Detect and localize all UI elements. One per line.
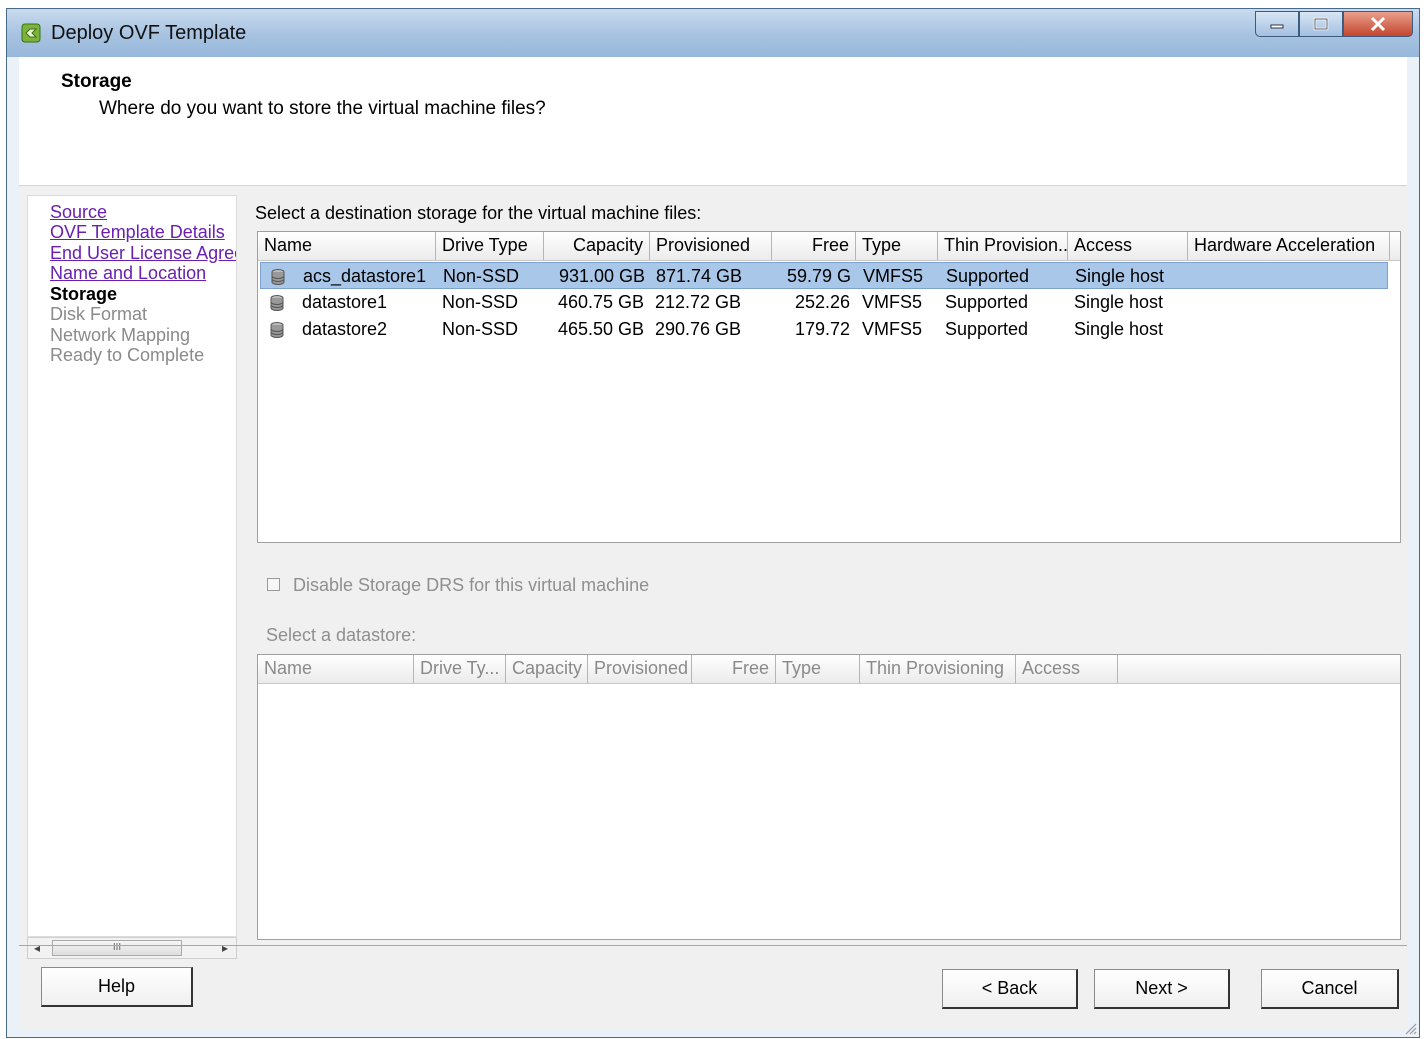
cell-thin-provisioning: Supported xyxy=(945,319,1029,339)
wizard-steps-nav: Source OVF Template Details End User Lic… xyxy=(27,195,237,937)
col-header-access[interactable]: Access xyxy=(1068,232,1188,260)
help-button[interactable]: Help xyxy=(41,967,193,1007)
cell-provisioned: 290.76 GB xyxy=(655,319,742,339)
ds-col-header-drive-type[interactable]: Drive Ty... xyxy=(414,655,506,683)
cell-thin-provisioning: Supported xyxy=(945,292,1029,312)
cell-type: VMFS5 xyxy=(862,319,923,339)
window-controls xyxy=(1255,11,1413,37)
cell-hardware-acceleration xyxy=(1189,263,1201,290)
col-header-free[interactable]: Free xyxy=(772,232,856,260)
cell-name: acs_datastore1 xyxy=(303,266,427,286)
nav-step-disk-format: Disk Format xyxy=(50,304,148,324)
resize-grip-icon[interactable] xyxy=(1403,1021,1417,1035)
datastore-icon xyxy=(270,295,284,311)
col-header-hardware-acceleration[interactable]: Hardware Acceleration xyxy=(1188,232,1390,260)
deploy-ovf-window: Deploy OVF Template Storage Where do you… xyxy=(6,8,1420,1038)
ds-col-header-free[interactable]: Free xyxy=(692,655,776,683)
next-button[interactable]: Next > xyxy=(1094,969,1230,1009)
col-header-capacity[interactable]: Capacity xyxy=(544,232,650,260)
page-title: Storage xyxy=(61,71,132,92)
storage-table[interactable]: Name Drive Type Capacity Provisioned Fre… xyxy=(257,231,1401,543)
cell-provisioned: 212.72 GB xyxy=(655,292,742,312)
nav-step-name-and-location[interactable]: Name and Location xyxy=(50,263,206,284)
storage-row-datastore1[interactable]: datastore1 Non-SSD 460.75 GB 212.72 GB 2… xyxy=(260,289,1388,316)
ds-col-header-provisioned[interactable]: Provisioned xyxy=(588,655,692,683)
cancel-button[interactable]: Cancel xyxy=(1261,969,1399,1009)
cell-free: 59.79 G xyxy=(786,266,851,286)
nav-step-source[interactable]: Source xyxy=(50,202,107,223)
ds-col-header-access[interactable]: Access xyxy=(1016,655,1118,683)
nav-step-network-mapping: Network Mapping xyxy=(50,325,191,345)
cell-capacity: 460.75 GB xyxy=(557,292,644,312)
storage-table-header: Name Drive Type Capacity Provisioned Fre… xyxy=(258,232,1400,261)
wizard-header: Storage Where do you want to store the v… xyxy=(19,57,1407,186)
cell-capacity: 465.50 GB xyxy=(557,319,644,339)
cell-access: Single host xyxy=(1074,292,1164,312)
col-header-provisioned[interactable]: Provisioned xyxy=(650,232,772,260)
cell-drive-type: Non-SSD xyxy=(443,266,520,286)
cell-hardware-acceleration xyxy=(1188,316,1200,343)
datastore-icon xyxy=(271,269,285,285)
cell-drive-type: Non-SSD xyxy=(442,292,519,312)
nav-horizontal-scrollbar[interactable]: ◂ III ▸ xyxy=(27,937,237,959)
ds-col-header-type[interactable]: Type xyxy=(776,655,860,683)
title-bar[interactable]: Deploy OVF Template xyxy=(7,9,1419,57)
cell-provisioned: 871.74 GB xyxy=(656,266,743,286)
storage-row-acs-datastore1[interactable]: acs_datastore1 Non-SSD 931.00 GB 871.74 … xyxy=(260,262,1388,289)
ds-col-header-capacity[interactable]: Capacity xyxy=(506,655,588,683)
ds-col-header-name[interactable]: Name xyxy=(258,655,414,683)
footer-divider xyxy=(19,945,1407,946)
cell-free: 252.26 xyxy=(794,292,850,312)
datastore-table-header: Name Drive Ty... Capacity Provisioned Fr… xyxy=(258,655,1400,684)
cell-capacity: 931.00 GB xyxy=(558,266,645,286)
nav-step-eula[interactable]: End User License Agreement xyxy=(50,243,236,264)
datastore-icon xyxy=(270,322,284,338)
nav-step-storage: Storage xyxy=(50,284,118,304)
maximize-icon xyxy=(1313,17,1329,31)
maximize-button[interactable] xyxy=(1299,11,1343,37)
cell-free: 179.72 xyxy=(794,319,850,339)
cell-name: datastore2 xyxy=(302,319,388,339)
back-button[interactable]: < Back xyxy=(942,969,1078,1009)
col-header-thin-provisioning[interactable]: Thin Provision... xyxy=(938,232,1068,260)
storage-row-datastore2[interactable]: datastore2 Non-SSD 465.50 GB 290.76 GB 1… xyxy=(260,316,1388,343)
col-header-name[interactable]: Name xyxy=(258,232,436,260)
scrollbar-thumb[interactable]: III xyxy=(52,940,182,956)
datastore-table[interactable]: Name Drive Ty... Capacity Provisioned Fr… xyxy=(257,654,1401,940)
minimize-button[interactable] xyxy=(1255,11,1299,37)
wizard-content: Storage Where do you want to store the v… xyxy=(19,57,1407,1029)
window-title: Deploy OVF Template xyxy=(51,22,247,44)
col-header-drive-type[interactable]: Drive Type xyxy=(436,232,544,260)
vsphere-app-icon xyxy=(21,23,41,43)
cell-drive-type: Non-SSD xyxy=(442,319,519,339)
storage-prompt: Select a destination storage for the vir… xyxy=(255,203,702,223)
cell-type: VMFS5 xyxy=(862,292,923,312)
ds-col-header-thin-provisioning[interactable]: Thin Provisioning xyxy=(860,655,1016,683)
disable-storage-drs-checkbox[interactable] xyxy=(267,578,280,591)
disable-storage-drs-label[interactable]: Disable Storage DRS for this virtual mac… xyxy=(293,575,649,596)
scroll-left-icon[interactable]: ◂ xyxy=(34,941,40,955)
cell-hardware-acceleration xyxy=(1188,289,1200,316)
cell-access: Single host xyxy=(1075,266,1165,286)
minimize-icon xyxy=(1270,24,1284,29)
page-subtitle: Where do you want to store the virtual m… xyxy=(99,98,546,119)
nav-step-ovf-template-details[interactable]: OVF Template Details xyxy=(50,222,225,243)
close-icon xyxy=(1370,16,1386,32)
cell-thin-provisioning: Supported xyxy=(946,266,1030,286)
scroll-right-icon[interactable]: ▸ xyxy=(222,941,228,955)
col-header-type[interactable]: Type xyxy=(856,232,938,260)
cell-name: datastore1 xyxy=(302,292,388,312)
datastore-prompt: Select a datastore: xyxy=(266,625,417,645)
cell-type: VMFS5 xyxy=(863,266,924,286)
cell-access: Single host xyxy=(1074,319,1164,339)
close-button[interactable] xyxy=(1343,11,1413,37)
nav-step-ready-to-complete: Ready to Complete xyxy=(50,345,205,365)
